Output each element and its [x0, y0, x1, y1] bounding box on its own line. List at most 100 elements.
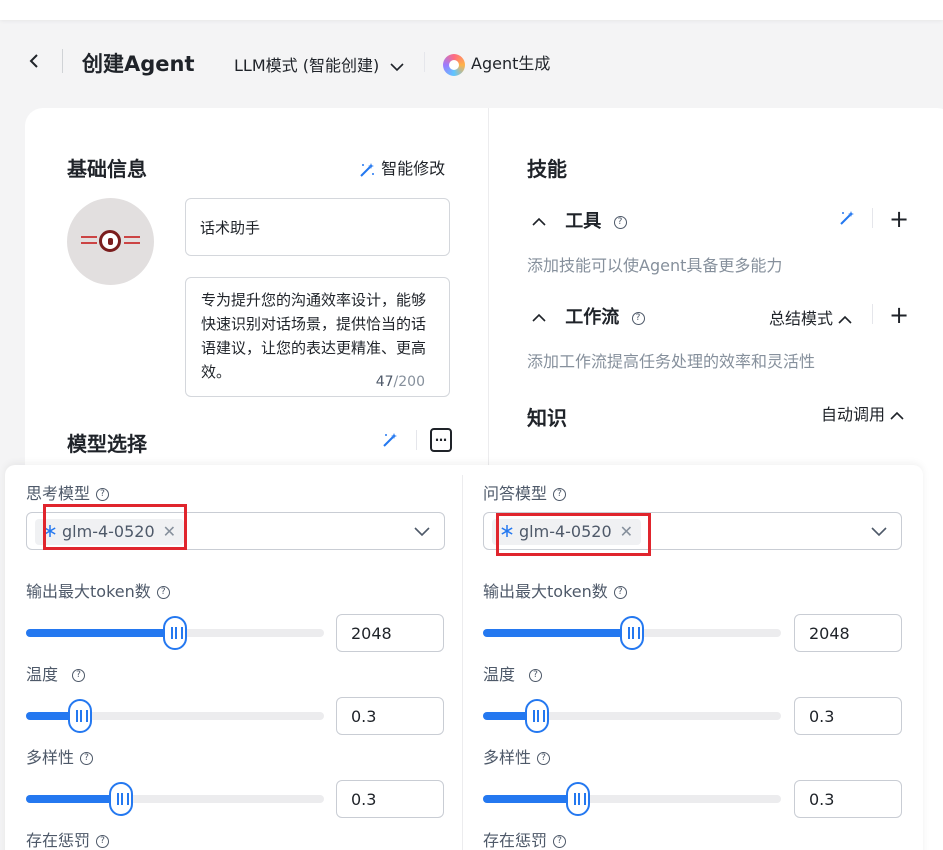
header-divider [62, 49, 63, 73]
temperature-label: 温度? [483, 661, 543, 685]
workflow-mode-label: 总结模式 [769, 309, 834, 328]
workflow-header[interactable]: 工作流 ? [531, 303, 645, 329]
workflow-hint: 添加工作流提高任务处理的效率和灵活性 [527, 352, 816, 371]
add-workflow-button[interactable]: + [889, 303, 909, 327]
help-icon: ? [613, 586, 627, 599]
highlight-box [43, 504, 187, 550]
avatar-wing [81, 236, 97, 244]
answer-model-label: 问答模型? [483, 480, 567, 504]
temperature-input[interactable]: 0.3 [336, 697, 444, 735]
slider-fill [483, 795, 578, 803]
answer-model-text: 问答模型 [483, 484, 548, 503]
presence-penalty-text: 存在惩罚 [26, 831, 91, 850]
header-divider [424, 52, 425, 72]
tools-hint: 添加技能可以使Agent具备更多能力 [527, 256, 783, 275]
presence-penalty-text: 存在惩罚 [483, 831, 548, 850]
slider-fill [26, 629, 175, 637]
help-icon: ? [80, 752, 94, 765]
description-text: 专为提升您的沟通效率设计，能够快速识别对话场景，提供恰当的话语建议，让您的表达更… [201, 291, 427, 381]
thinking-model-label: 思考模型? [26, 480, 110, 504]
skills-title: 技能 [527, 157, 567, 181]
magic-wand-icon[interactable] [838, 209, 856, 227]
knowledge-title: 知识 [527, 406, 567, 430]
temperature-input[interactable]: 0.3 [794, 697, 902, 735]
tools-header[interactable]: 工具 ? [531, 207, 627, 233]
slider-thumb[interactable] [68, 699, 92, 733]
icon-divider [872, 304, 873, 324]
basic-info-title: 基础信息 [67, 157, 147, 181]
agent-generate-button[interactable]: Agent生成 [443, 50, 550, 76]
panel-divider [462, 475, 463, 850]
avatar-wing [124, 236, 140, 244]
help-icon: ? [156, 586, 170, 599]
add-tool-button[interactable]: + [889, 207, 909, 231]
top-bar [0, 0, 943, 20]
chevron-down-icon [390, 62, 404, 71]
icon-divider [872, 208, 873, 228]
temperature-label: 温度? [26, 661, 86, 685]
diversity-input[interactable]: 0.3 [336, 780, 444, 818]
slider-fill [26, 795, 121, 803]
max-tokens-label: 输出最大token数? [483, 578, 627, 602]
smart-edit-button[interactable]: 智能修改 [358, 155, 445, 179]
max-tokens-input[interactable]: 2048 [794, 614, 902, 652]
thinking-model-text: 思考模型 [26, 484, 91, 503]
max-tokens-text: 输出最大token数 [483, 582, 608, 601]
smart-edit-label: 智能修改 [381, 159, 446, 178]
max-tokens-text: 输出最大token数 [26, 582, 151, 601]
help-icon: ? [96, 835, 110, 848]
tools-label: 工具 [565, 211, 602, 232]
workflow-label: 工作流 [565, 307, 620, 328]
slider-thumb[interactable] [109, 782, 133, 816]
chevron-down-icon [414, 527, 430, 537]
knowledge-mode-label: 自动调用 [821, 405, 886, 424]
max-tokens-slider[interactable] [483, 616, 781, 650]
mode-dropdown[interactable]: LLM模式 (智能创建) [234, 52, 404, 76]
temperature-slider[interactable] [26, 699, 324, 733]
diversity-slider[interactable] [483, 782, 781, 816]
column-divider [488, 108, 489, 468]
magic-wand-icon[interactable] [381, 431, 399, 449]
help-icon: ? [96, 488, 110, 501]
magic-wand-icon [360, 162, 374, 177]
diversity-slider[interactable] [26, 782, 324, 816]
diversity-input[interactable]: 0.3 [794, 780, 902, 818]
page-header: 创建Agent LLM模式 (智能创建) Agent生成 [0, 40, 943, 84]
slider-thumb[interactable] [620, 616, 644, 650]
agent-avatar[interactable] [67, 198, 154, 285]
chevron-down-icon [871, 527, 887, 537]
diversity-text: 多样性 [483, 748, 532, 767]
help-icon: ? [613, 215, 627, 229]
presence-penalty-label: 存在惩罚? [483, 827, 567, 850]
help-icon: ? [553, 488, 567, 501]
agent-name-input[interactable]: 话术助手 [185, 198, 450, 256]
chevron-up-icon [532, 217, 546, 226]
char-max: /200 [393, 374, 425, 390]
help-icon: ? [537, 752, 551, 765]
temperature-slider[interactable] [483, 699, 781, 733]
help-icon: ? [553, 835, 567, 848]
temperature-text: 温度 [26, 665, 59, 684]
slider-thumb[interactable] [566, 782, 590, 816]
diversity-label: 多样性? [483, 744, 551, 768]
page-title: 创建Agent [82, 52, 195, 76]
back-button[interactable] [25, 48, 45, 74]
max-tokens-input[interactable]: 2048 [336, 614, 444, 652]
diversity-text: 多样性 [26, 748, 75, 767]
slider-thumb[interactable] [525, 699, 549, 733]
model-more-button[interactable]: … [430, 428, 452, 452]
char-counter: 47/200 [376, 370, 425, 394]
diversity-label: 多样性? [26, 744, 94, 768]
max-tokens-label: 输出最大token数? [26, 578, 170, 602]
workflow-mode-toggle[interactable]: 总结模式 [769, 305, 852, 329]
temperature-text: 温度 [483, 665, 516, 684]
agent-description-input[interactable]: 专为提升您的沟通效率设计，能够快速识别对话场景，提供恰当的话语建议，让您的表达更… [185, 277, 450, 397]
slider-fill [483, 629, 632, 637]
max-tokens-slider[interactable] [26, 616, 324, 650]
help-icon: ? [529, 669, 543, 682]
mode-label: LLM模式 (智能创建) [234, 56, 380, 75]
help-icon: ? [631, 311, 645, 325]
knowledge-mode-toggle[interactable]: 自动调用 [821, 401, 904, 425]
presence-penalty-label: 存在惩罚? [26, 827, 110, 850]
slider-thumb[interactable] [163, 616, 187, 650]
